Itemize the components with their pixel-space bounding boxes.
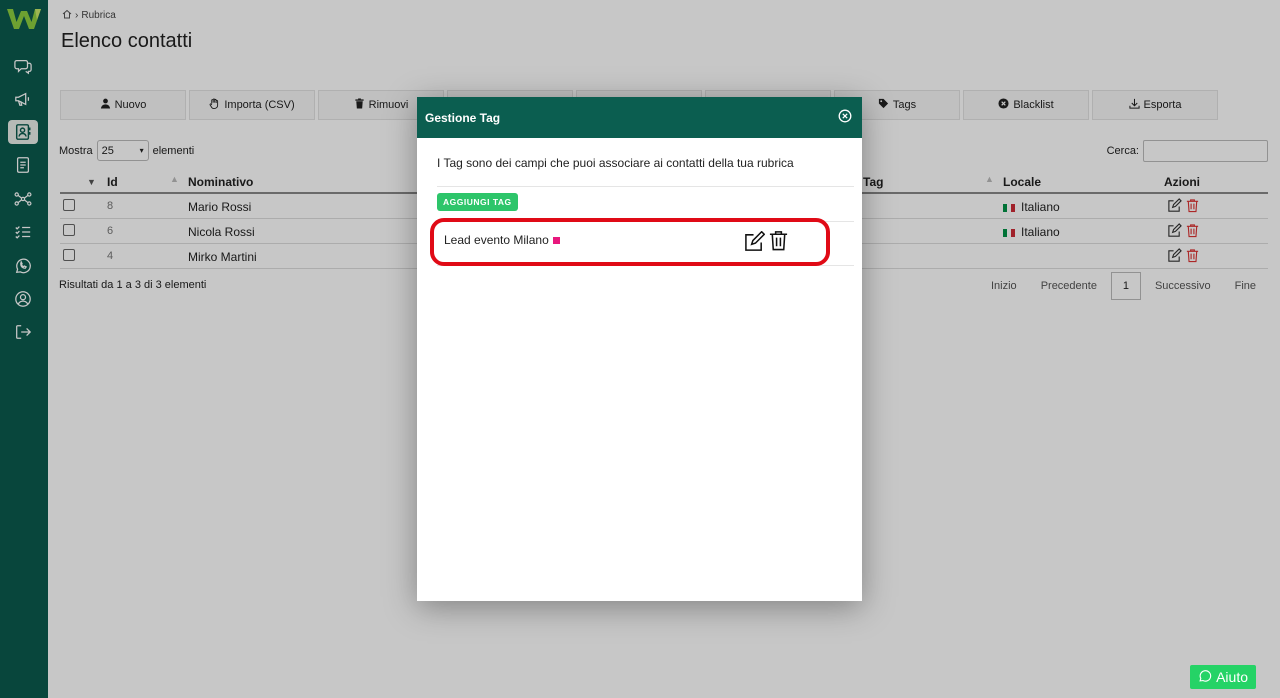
divider xyxy=(437,186,854,187)
help-button-label: Aiuto xyxy=(1216,669,1248,685)
highlight-annotation xyxy=(430,218,830,266)
modal-title: Gestione Tag xyxy=(425,110,501,125)
add-tag-button[interactable]: AGGIUNGI TAG xyxy=(437,193,518,211)
modal-header: Gestione Tag xyxy=(417,97,862,138)
modal-description: I Tag sono dei campi che puoi associare … xyxy=(437,156,794,170)
help-button[interactable]: Aiuto xyxy=(1190,665,1256,689)
close-icon[interactable] xyxy=(838,109,852,126)
tag-management-modal: Gestione Tag I Tag sono dei campi che pu… xyxy=(417,97,862,601)
whatsapp-icon xyxy=(1198,669,1212,686)
